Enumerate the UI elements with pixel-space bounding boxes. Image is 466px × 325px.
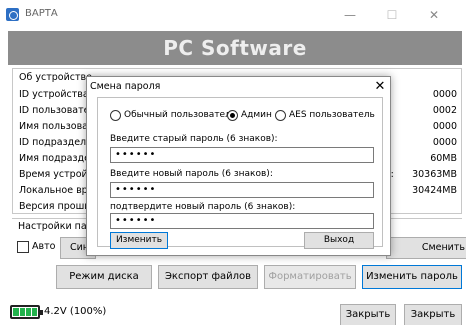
dialog-change-button[interactable]: Изменить [110,232,168,249]
battery-status-text: 4.2V (100%) [44,306,107,317]
auto-label: Авто [32,241,56,252]
banner-title: PC Software [163,36,307,60]
export-files-button[interactable]: Экспорт файлов [158,265,258,289]
window-title: ВАРТА [25,8,58,19]
app-logo-icon [6,8,19,21]
radio-aes-user[interactable] [275,110,286,121]
minimize-button[interactable]: — [330,4,370,26]
battery-segment-divider [19,308,20,316]
battery-segment-divider [25,308,26,316]
radio-admin-label: Админ [241,110,272,120]
info-value-user-name: 0000 [432,121,457,132]
old-password-label: Введите старый пароль (6 знаков): [110,134,278,144]
radio-regular-user[interactable] [110,110,121,121]
confirm-password-input[interactable]: •••••• [110,213,374,229]
info-value-unit-name: 60MB [430,153,457,164]
info-label-device-id: ID устройства [19,89,89,100]
change-password-dialog: Смена пароля ✕ Обычный пользователь Адми… [86,76,391,256]
header-banner: PC Software [8,31,462,65]
device-info-heading: Об устройстве [19,72,92,83]
disk-mode-button[interactable]: Режим диска [56,265,152,289]
switch-user-button[interactable]: Сменить пользователь [386,237,466,259]
info-value-unit-id: 0000 [432,137,457,148]
format-button[interactable]: Форматировать [264,265,356,289]
battery-segment-divider [31,308,32,316]
info-value-device-time: 30363MB [412,169,457,180]
info-value-user-id: 0002 [432,105,457,116]
close-button-1[interactable]: Закрыть [340,304,396,325]
new-password-label: Введите новый пароль (6 знаков): [110,169,273,179]
dialog-title: Смена пароля [90,81,161,92]
info-value-device-id: 0000 [432,89,457,100]
info-value-local-time: 30424MB [412,185,457,196]
maximize-button[interactable]: ☐ [372,4,412,26]
dialog-close-button[interactable]: ✕ [371,77,389,97]
radio-admin[interactable] [227,110,238,121]
radio-regular-user-label: Обычный пользователь [124,110,237,120]
auto-checkbox[interactable] [17,241,29,253]
window-close-button[interactable]: ✕ [414,4,454,26]
old-password-input[interactable]: •••••• [110,147,374,163]
dialog-body: Обычный пользователь Админ AES пользоват… [97,97,383,249]
new-password-input[interactable]: •••••• [110,182,374,198]
confirm-password-label: подтвердите новый пароль (6 знаков): [110,202,296,212]
change-password-button[interactable]: Изменить пароль [362,265,462,289]
radio-aes-user-label: AES пользователь [289,110,375,120]
user-type-radio-group: Обычный пользователь Админ AES пользоват… [110,110,380,124]
title-bar[interactable]: ВАРТА — ☐ ✕ [0,0,466,30]
close-button-2[interactable]: Закрыть [404,304,462,325]
battery-icon [10,305,43,319]
main-window: ВАРТА — ☐ ✕ PC Software Об устройстве ID… [0,0,466,325]
dialog-exit-button[interactable]: Выход [304,232,374,249]
